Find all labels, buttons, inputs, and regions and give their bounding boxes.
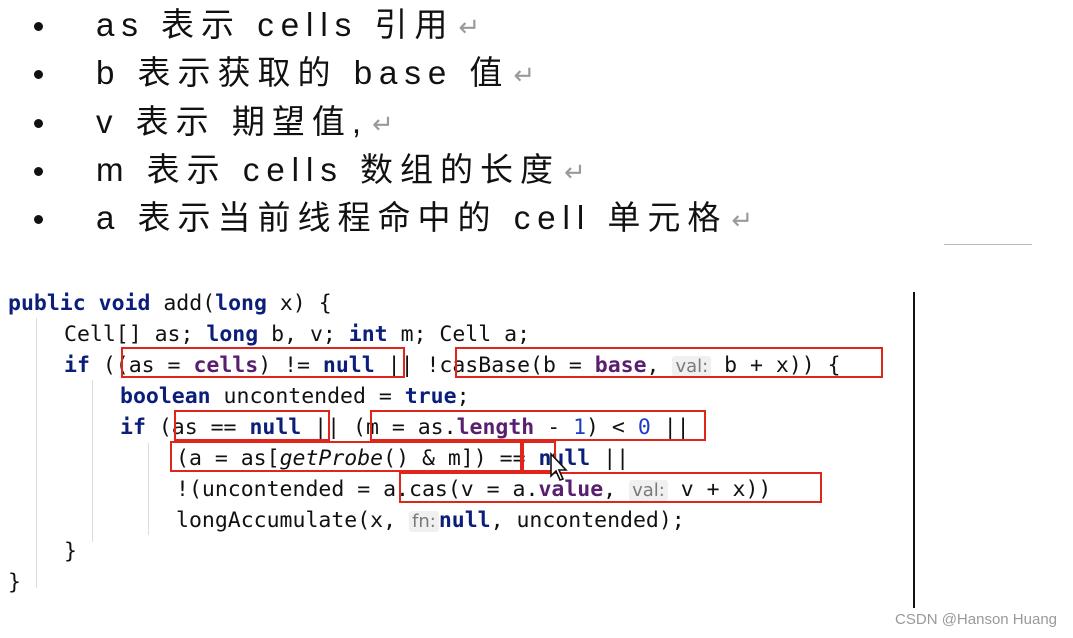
bullet-text: a 表示当前线程命中的 cell 单元格 (96, 199, 728, 236)
keyword: if (64, 353, 90, 378)
highlight-box-cells-not-null (121, 347, 405, 378)
vertical-divider (913, 292, 915, 608)
keyword: void (98, 291, 151, 316)
bullet-text: b 表示获取的 base 值 (96, 54, 510, 91)
parameter-hint: fn: (409, 511, 439, 532)
code-text: Cell[] as; (64, 322, 207, 347)
highlight-box-length (370, 410, 706, 441)
code-text: , uncontended); (490, 508, 685, 533)
code-line: public void add(long x) { (8, 288, 332, 319)
return-mark-icon: ↵ (564, 157, 586, 187)
keyword: if (120, 415, 146, 440)
code-text: ; (456, 384, 470, 409)
indent-guide (148, 443, 149, 535)
highlight-box-casbase (455, 347, 883, 378)
code-text: } (8, 570, 21, 595)
code-line: Cell[] as; long b, v; int m; Cell a; (64, 319, 530, 350)
code-line: boolean uncontended = true; (120, 381, 470, 412)
highlight-box-cas (399, 472, 822, 503)
indent-guide (92, 380, 93, 542)
keyword: long (206, 322, 259, 347)
code-text: || (590, 446, 630, 471)
keyword: public (8, 291, 86, 316)
mouse-cursor-icon (550, 452, 568, 481)
return-mark-icon: ↵ (458, 12, 481, 42)
return-mark-icon: ↵ (372, 109, 394, 139)
bullet-dot-icon (34, 70, 43, 79)
bullet-text: m 表示 cells 数组的长度 (96, 151, 561, 188)
code-line: } (8, 567, 21, 598)
indent-guide (36, 318, 37, 588)
divider (944, 244, 1032, 245)
code-text: uncontended = (210, 384, 405, 409)
keyword: int (348, 322, 388, 347)
return-mark-icon: ↵ (731, 205, 754, 235)
highlight-box-as-null (174, 410, 330, 441)
return-mark-icon: ↵ (513, 60, 536, 90)
bullet-dot-icon (34, 119, 43, 128)
code-text: add( (163, 291, 216, 316)
bullet-dot-icon (34, 22, 43, 31)
keyword: true (404, 384, 457, 409)
bullet-dot-icon (34, 167, 43, 176)
code-text: } (64, 539, 77, 564)
code-text: b, v; (258, 322, 349, 347)
keyword: long (215, 291, 267, 316)
code-text: x) { (266, 291, 332, 316)
keyword: boolean (120, 384, 211, 409)
code-text: m; Cell a; (387, 322, 531, 347)
keyword: null (438, 508, 491, 533)
bullet-dot-icon (34, 215, 43, 224)
highlight-box-getprobe (170, 441, 522, 472)
bullet-text: as 表示 cells 引用 (96, 6, 455, 43)
bullet-text: v 表示 期望值, (96, 103, 369, 140)
code-line: } (64, 536, 77, 567)
code-text: longAccumulate(x, (176, 508, 409, 533)
watermark: CSDN @Hanson Huang (895, 611, 1057, 628)
code-line: longAccumulate(x, fn: null, uncontended); (176, 505, 685, 536)
